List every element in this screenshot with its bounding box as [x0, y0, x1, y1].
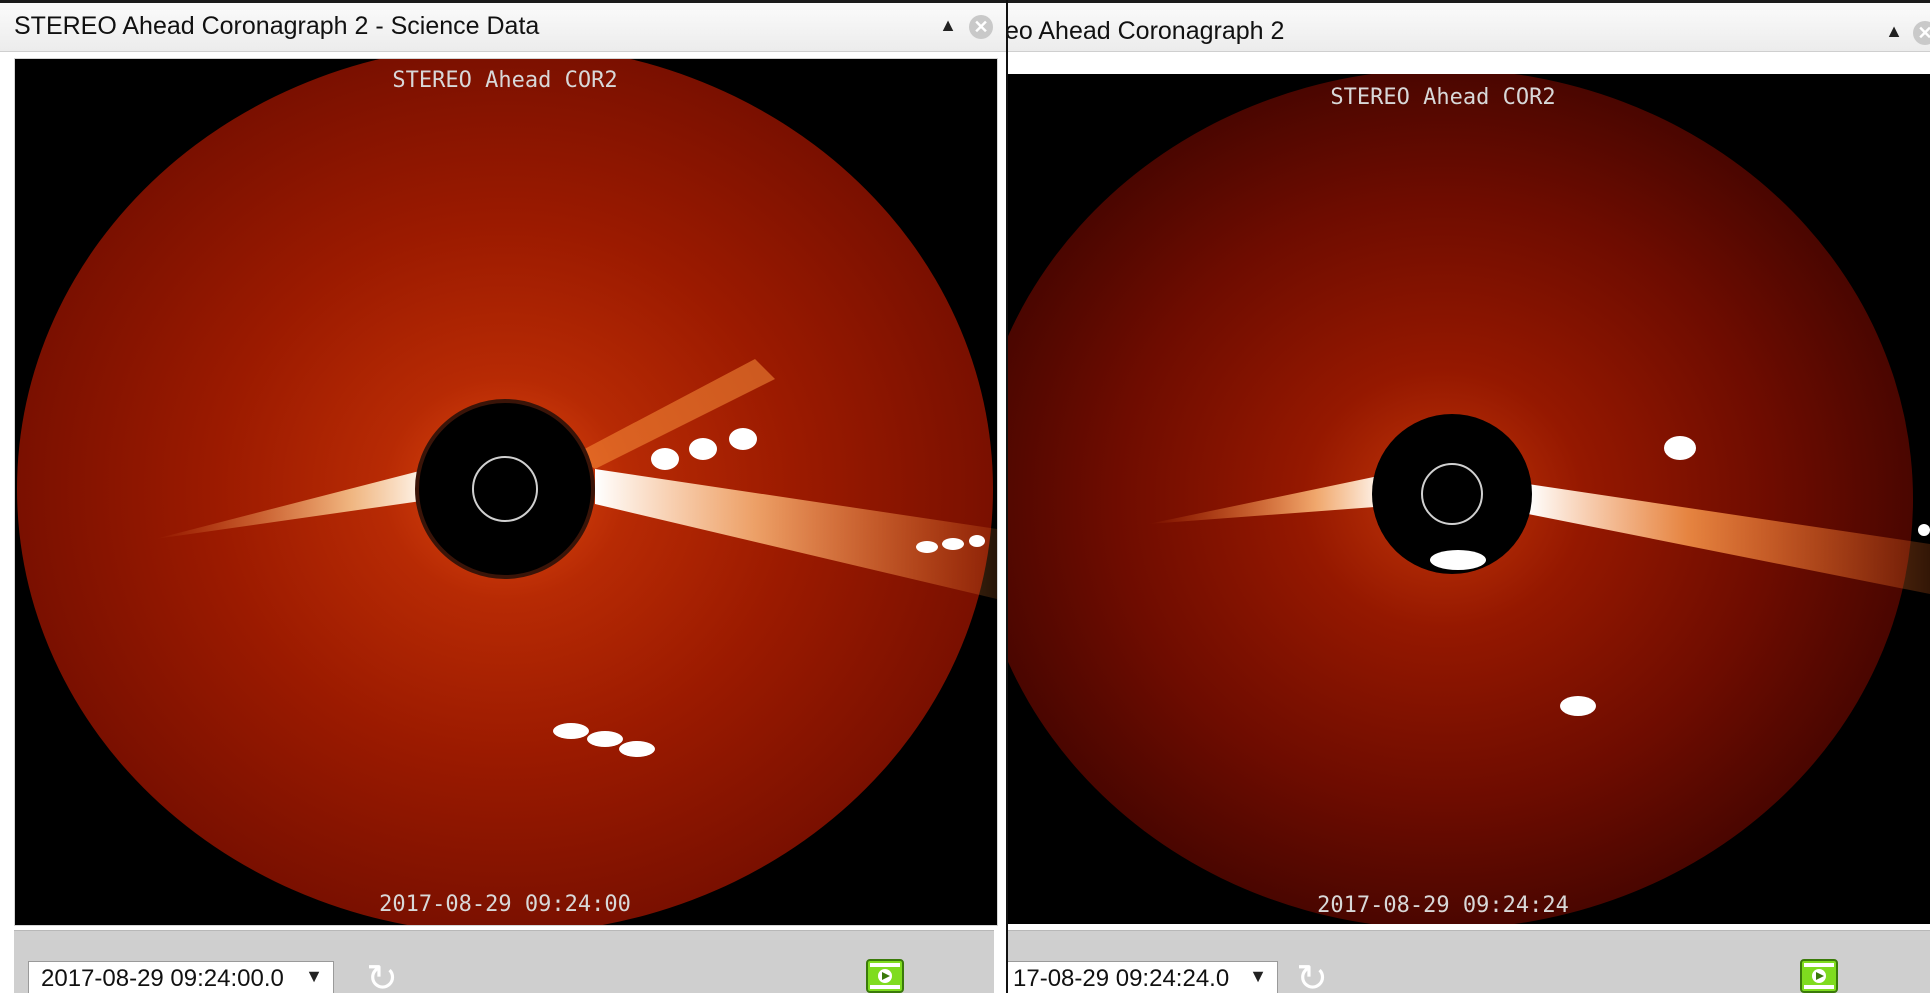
right-panel-title: eo Ahead Coronagraph 2 — [1008, 17, 1285, 45]
left-viewer-panel: STEREO Ahead Coronagraph 2 - Science Dat… — [0, 0, 1008, 993]
left-coronagraph-svg: STEREO Ahead COR2 2017-08-29 09:24:00 — [15, 59, 997, 925]
left-coronagraph-image[interactable]: STEREO Ahead COR2 2017-08-29 09:24:00 — [14, 58, 998, 926]
close-icon[interactable]: ✕ — [1913, 21, 1930, 45]
right-occulter — [1372, 414, 1532, 574]
close-icon[interactable]: ✕ — [969, 15, 993, 39]
left-titlebar: STEREO Ahead Coronagraph 2 - Science Dat… — [0, 0, 1006, 52]
collapse-arrow-icon[interactable]: ▲ — [1884, 21, 1904, 41]
right-coronagraph-svg: STEREO Ahead COR2 2017-08-29 09:24:24 — [1008, 74, 1930, 924]
right-titlebar: eo Ahead Coronagraph 2 ▲ ✕ — [1008, 0, 1930, 52]
left-image-label: STEREO Ahead COR2 — [392, 68, 617, 93]
left-date-value: 2017-08-29 09:24:00.0 — [41, 965, 284, 992]
left-occulter — [415, 399, 595, 579]
collapse-arrow-icon[interactable]: ▲ — [938, 15, 958, 35]
right-date-value: 17-08-29 09:24:24.0 — [1013, 965, 1230, 992]
chevron-down-icon: ▼ — [305, 966, 323, 986]
chevron-down-icon: ▼ — [1249, 966, 1267, 986]
movie-play-icon[interactable] — [1800, 957, 1838, 993]
refresh-icon[interactable]: ↻ — [1292, 959, 1332, 993]
left-date-select[interactable]: 2017-08-29 09:24:00.0 ▼ — [28, 961, 334, 993]
left-bottom-toolbar: 2017-08-29 09:24:00.0 ▼ ↻ — [14, 930, 994, 993]
right-viewer-panel: eo Ahead Coronagraph 2 ▲ ✕ STEREO Ahead … — [1008, 0, 1930, 993]
right-image-timestamp: 2017-08-29 09:24:24 — [1317, 893, 1569, 918]
movie-play-icon[interactable] — [866, 957, 904, 993]
left-image-timestamp: 2017-08-29 09:24:00 — [379, 892, 631, 917]
right-coronagraph-image[interactable]: STEREO Ahead COR2 2017-08-29 09:24:24 — [1008, 74, 1930, 924]
right-bottom-toolbar: 17-08-29 09:24:24.0 ▼ ↻ — [1008, 930, 1930, 993]
left-panel-title: STEREO Ahead Coronagraph 2 - Science Dat… — [14, 12, 540, 40]
right-image-label: STEREO Ahead COR2 — [1330, 85, 1555, 110]
refresh-icon[interactable]: ↻ — [362, 959, 402, 993]
right-date-select[interactable]: 17-08-29 09:24:24.0 ▼ — [1008, 961, 1278, 993]
